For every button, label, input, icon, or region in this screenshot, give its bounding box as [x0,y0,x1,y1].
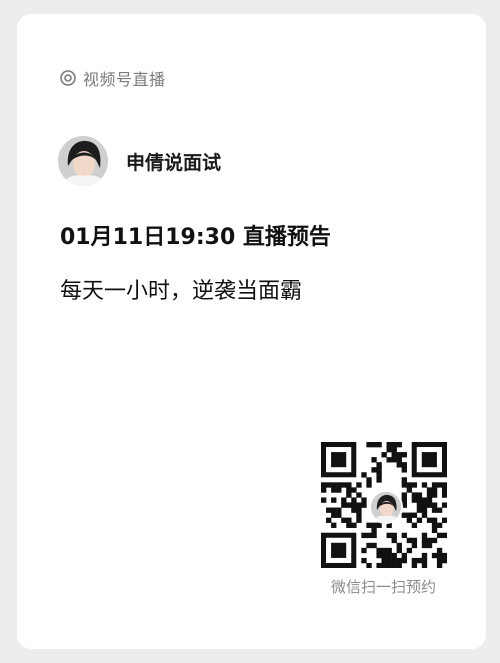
qr-center-avatar [369,490,403,524]
qr-code[interactable] [321,442,447,568]
author-row[interactable]: 申倩说面试 [58,136,221,186]
avatar[interactable] [58,136,108,186]
live-broadcast-icon [60,70,76,86]
live-schedule-title: 01月11日19:30 直播预告 [60,225,331,250]
live-preview-card: 视频号直播 申倩说面试 01月11日19:30 直播预告 每天一小时，逆袭当面霸 [17,14,486,649]
author-name[interactable]: 申倩说面试 [126,148,221,175]
qr-caption: 微信扫一扫预约 [330,578,436,596]
channel-label: 视频号直播 [83,70,166,89]
live-subtitle: 每天一小时，逆袭当面霸 [60,279,303,304]
card-header: 视频号直播 [60,66,166,90]
